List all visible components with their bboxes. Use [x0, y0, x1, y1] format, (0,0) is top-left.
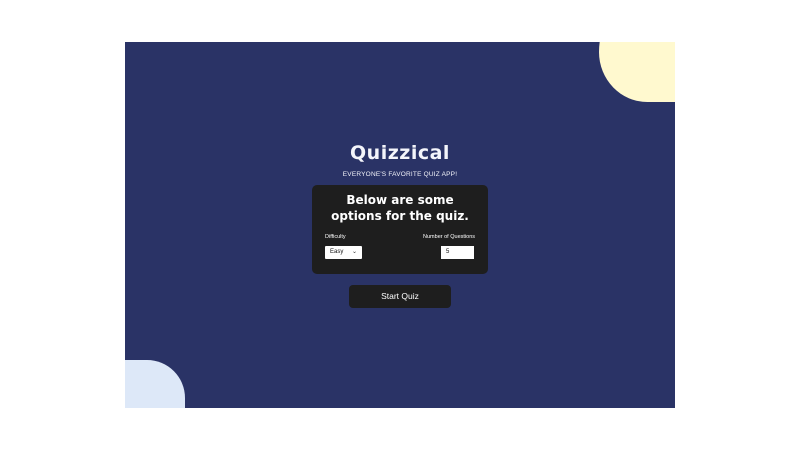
difficulty-selected-value: Easy	[330, 249, 344, 255]
quiz-options-panel: Below are some options for the quiz. Dif…	[312, 185, 488, 274]
difficulty-select[interactable]: Easy ⌄	[325, 246, 362, 259]
options-heading-line-1: Below are some	[346, 193, 454, 207]
start-quiz-button[interactable]: Start Quiz	[349, 285, 451, 308]
number-of-questions-label: Number of Questions	[423, 234, 475, 240]
number-of-questions-input[interactable]	[441, 246, 474, 259]
app-title: Quizzical	[350, 142, 450, 164]
chevron-down-icon: ⌄	[351, 249, 357, 255]
options-heading: Below are some options for the quiz.	[312, 192, 488, 224]
quiz-start-screen: Quizzical EVERYONE'S FAVORITE QUIZ APP! …	[125, 42, 675, 408]
decorative-blob-yellow	[599, 42, 675, 102]
difficulty-label: Difficulty	[325, 234, 346, 240]
app-subtitle: EVERYONE'S FAVORITE QUIZ APP!	[342, 171, 458, 178]
decorative-blob-blue	[125, 360, 185, 408]
options-heading-line-2: options for the quiz.	[331, 209, 469, 223]
